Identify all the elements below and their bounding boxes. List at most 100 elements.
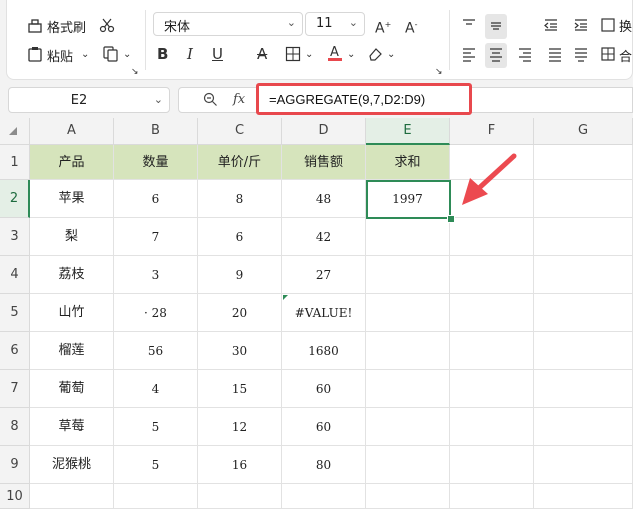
row-header-8[interactable]: 8 [0, 408, 30, 446]
cell-b9[interactable]: 5 [114, 446, 198, 484]
cell-b6[interactable]: 56 [114, 332, 198, 370]
cell-a1[interactable]: 产品 [30, 145, 114, 180]
wrap-text-button[interactable]: 换 [619, 16, 632, 35]
align-top-icon[interactable] [461, 17, 477, 36]
paste-icon[interactable] [27, 46, 43, 65]
cell-a3[interactable]: 梨 [30, 218, 114, 256]
cell-c5[interactable]: 20 [198, 294, 282, 332]
cell-d7[interactable]: 60 [282, 370, 366, 408]
cell-a10[interactable] [30, 484, 114, 509]
column-header-e[interactable]: E [366, 118, 450, 145]
cell-a4[interactable]: 荔枝 [30, 256, 114, 294]
border-icon[interactable] [285, 46, 301, 65]
cell-f6[interactable] [450, 332, 534, 370]
row-header-6[interactable]: 6 [0, 332, 30, 370]
decrease-indent-icon[interactable] [543, 17, 559, 36]
cell-b7[interactable]: 4 [114, 370, 198, 408]
eraser-icon[interactable] [367, 46, 383, 65]
merge-cells-icon[interactable] [601, 46, 615, 65]
chevron-down-icon[interactable]: ⌄ [347, 47, 355, 63]
cell-b3[interactable]: 7 [114, 218, 198, 256]
cell-g8[interactable] [534, 408, 633, 446]
cell-c6[interactable]: 30 [198, 332, 282, 370]
align-right-icon[interactable] [517, 46, 533, 65]
cell-c2[interactable]: 8 [198, 180, 282, 218]
cell-c1[interactable]: 单价/斤 [198, 145, 282, 180]
chevron-down-icon[interactable]: ⌄ [305, 47, 313, 63]
column-header-f[interactable]: F [450, 118, 534, 145]
column-header-c[interactable]: C [198, 118, 282, 145]
cell-a7[interactable]: 葡萄 [30, 370, 114, 408]
cell-b8[interactable]: 5 [114, 408, 198, 446]
cell-e10[interactable] [366, 484, 450, 509]
paste-button[interactable]: 粘贴 [47, 46, 73, 65]
name-box[interactable]: E2 ⌄ [8, 87, 170, 113]
function-icon[interactable]: fx [233, 92, 245, 107]
cell-e5[interactable] [366, 294, 450, 332]
distributed-align-icon[interactable] [547, 46, 563, 65]
zoom-icon[interactable] [203, 92, 218, 110]
cell-b5[interactable]: · 28 [114, 294, 198, 332]
cell-d6[interactable]: 1680 [282, 332, 366, 370]
format-painter-icon[interactable] [27, 18, 43, 37]
cell-f2[interactable] [450, 180, 534, 218]
font-color-icon[interactable]: A [327, 44, 343, 65]
formula-input[interactable]: =AGGREGATE(9,7,D2:D9) [256, 83, 472, 115]
strikethrough-icon[interactable]: A [257, 46, 267, 62]
increase-font-icon[interactable]: A+ [375, 17, 391, 37]
cell-c3[interactable]: 6 [198, 218, 282, 256]
row-header-3[interactable]: 3 [0, 218, 30, 256]
dialog-launcher-icon[interactable]: ↘ [435, 64, 443, 80]
italic-icon[interactable]: I [187, 46, 193, 62]
cell-g10[interactable] [534, 484, 633, 509]
cell-a5[interactable]: 山竹 [30, 294, 114, 332]
select-all-corner[interactable] [0, 118, 30, 145]
chevron-down-icon[interactable]: ⌄ [123, 47, 131, 63]
underline-icon[interactable]: U [212, 46, 223, 62]
column-header-d[interactable]: D [282, 118, 366, 145]
cell-e6[interactable] [366, 332, 450, 370]
cell-b4[interactable]: 3 [114, 256, 198, 294]
increase-indent-icon[interactable] [573, 17, 589, 36]
wrap-text-icon[interactable] [601, 17, 615, 36]
cell-d8[interactable]: 60 [282, 408, 366, 446]
cell-d3[interactable]: 42 [282, 218, 366, 256]
row-header-7[interactable]: 7 [0, 370, 30, 408]
cell-f5[interactable] [450, 294, 534, 332]
cell-e4[interactable] [366, 256, 450, 294]
cell-a6[interactable]: 榴莲 [30, 332, 114, 370]
row-header-9[interactable]: 9 [0, 446, 30, 484]
cell-d9[interactable]: 80 [282, 446, 366, 484]
merge-cells-button[interactable]: 合 [619, 46, 632, 65]
cell-d1[interactable]: 销售额 [282, 145, 366, 180]
cut-icon[interactable] [99, 17, 115, 36]
chevron-down-icon[interactable]: ⌄ [81, 47, 89, 63]
cell-f8[interactable] [450, 408, 534, 446]
cell-f4[interactable] [450, 256, 534, 294]
cell-c10[interactable] [198, 484, 282, 509]
cell-d5[interactable]: #VALUE! [282, 294, 366, 332]
cell-a8[interactable]: 草莓 [30, 408, 114, 446]
cell-g5[interactable] [534, 294, 633, 332]
cell-b1[interactable]: 数量 [114, 145, 198, 180]
cell-e3[interactable] [366, 218, 450, 256]
cell-b10[interactable] [114, 484, 198, 509]
cell-f3[interactable] [450, 218, 534, 256]
cell-d2[interactable]: 48 [282, 180, 366, 218]
chevron-down-icon[interactable]: ⌄ [387, 47, 395, 63]
cell-a9[interactable]: 泥猴桃 [30, 446, 114, 484]
cell-g2[interactable] [534, 180, 633, 218]
row-header-2[interactable]: 2 [0, 180, 30, 218]
row-header-10[interactable]: 10 [0, 484, 30, 509]
row-header-4[interactable]: 4 [0, 256, 30, 294]
justify-icon[interactable] [573, 46, 589, 65]
cell-f7[interactable] [450, 370, 534, 408]
error-indicator-icon[interactable] [283, 295, 288, 300]
cell-e7[interactable] [366, 370, 450, 408]
cell-f10[interactable] [450, 484, 534, 509]
cell-e1[interactable]: 求和 [366, 145, 450, 180]
cell-c4[interactable]: 9 [198, 256, 282, 294]
column-header-b[interactable]: B [114, 118, 198, 145]
format-painter-button[interactable]: 格式刷 [47, 17, 86, 36]
cell-f1[interactable] [450, 145, 534, 180]
